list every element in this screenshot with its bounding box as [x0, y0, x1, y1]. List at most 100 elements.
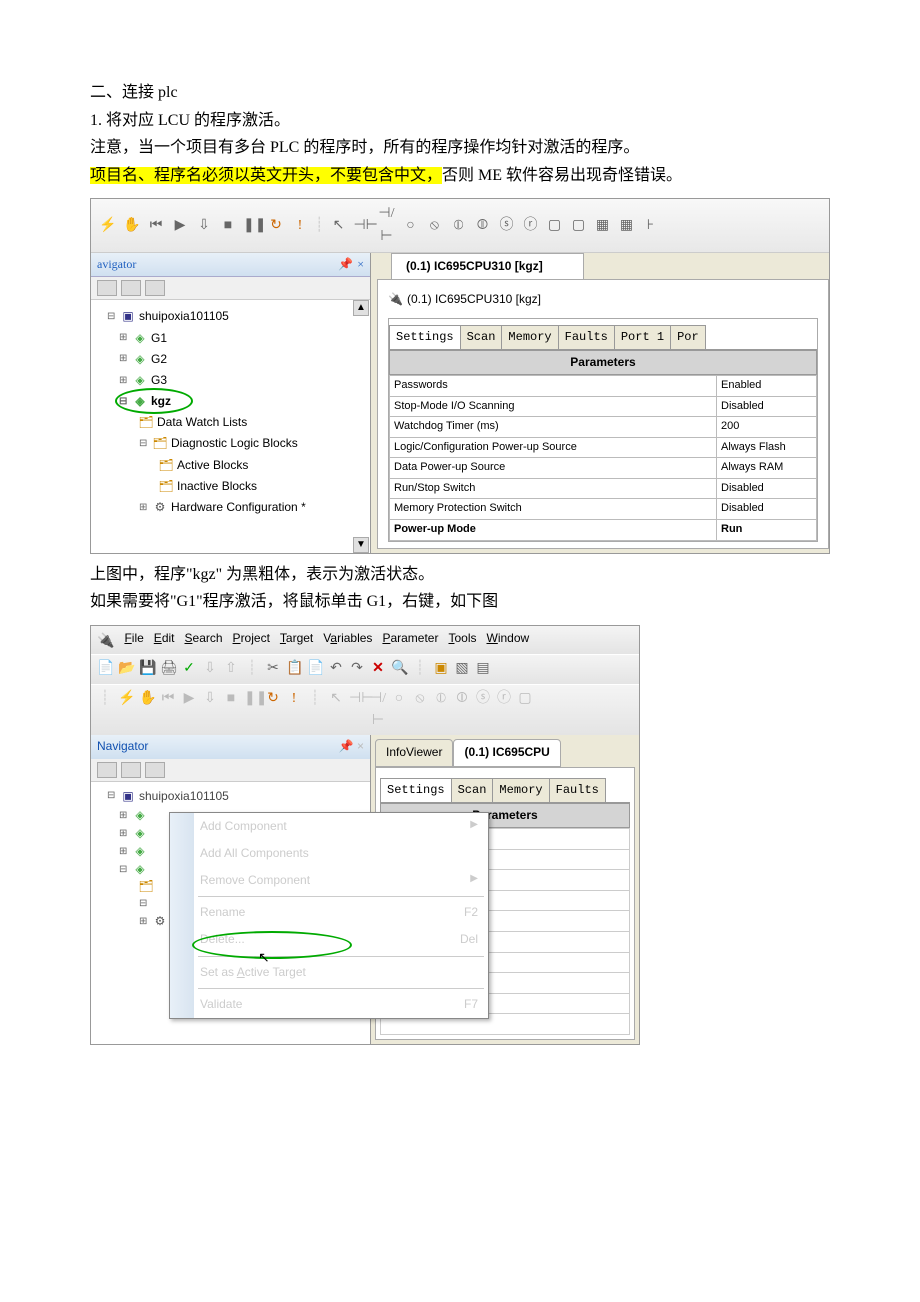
coil-icon[interactable]: ○	[401, 215, 419, 237]
branch-icon[interactable]: ⊦	[641, 215, 659, 237]
scroll-up-icon[interactable]: ▲	[353, 300, 369, 316]
pause-icon[interactable]: ❚❚	[243, 215, 261, 237]
play-icon[interactable]: ▶	[181, 688, 197, 733]
lightning-icon[interactable]: ⚡	[99, 215, 117, 237]
tree-g3[interactable]: ⊞ ◈ G3	[95, 370, 366, 391]
coil6-icon[interactable]: ⓡ	[496, 688, 512, 733]
tree-kgz-active[interactable]: ⊟ ◈ kgz	[95, 391, 366, 412]
view-icon-2[interactable]: ▦	[617, 215, 635, 237]
paste-icon[interactable]: 📄	[307, 658, 323, 680]
find-icon[interactable]: 🔍	[391, 658, 407, 680]
tab-settings[interactable]: Settings	[389, 325, 461, 349]
download-icon[interactable]: ⇩	[202, 688, 218, 733]
check-icon[interactable]: ✓	[181, 658, 197, 680]
coil-s-icon[interactable]: ⓢ	[497, 215, 515, 237]
tree-inactive-blocks[interactable]: 🗂 Inactive Blocks	[95, 476, 366, 497]
minus-icon[interactable]: ⊟	[139, 436, 149, 452]
plus-icon[interactable]: ⊞	[139, 500, 149, 516]
menu-window[interactable]: Window	[487, 629, 530, 651]
undo-icon[interactable]: ↶	[328, 658, 344, 680]
stop-icon[interactable]: ■	[223, 688, 239, 733]
lightning-icon[interactable]: ⚡	[118, 688, 134, 733]
view2-icon[interactable]: ▧	[454, 658, 470, 680]
play-icon[interactable]: ▶	[171, 215, 189, 237]
tree-data-watch[interactable]: 🗂 Data Watch Lists	[95, 412, 366, 433]
pause-icon[interactable]: ❚❚	[244, 688, 260, 733]
block-icon-2[interactable]: ▢	[569, 215, 587, 237]
exclaim-icon[interactable]: !	[291, 215, 309, 237]
tab-faults[interactable]: Faults	[549, 778, 606, 802]
refresh-icon[interactable]: ↻	[265, 688, 281, 733]
menu-tools[interactable]: Tools	[448, 629, 476, 651]
menu-target[interactable]: Target	[280, 629, 313, 651]
pin-icon[interactable]: 📌	[338, 255, 353, 274]
coil-icon[interactable]: ○	[391, 688, 407, 733]
stop-icon[interactable]: ■	[219, 215, 237, 237]
tab-settings[interactable]: Settings	[380, 778, 452, 802]
tab-scan[interactable]: Scan	[460, 325, 503, 349]
contact-nc-icon[interactable]: ⊣/⊢	[370, 688, 386, 733]
nav-tab-1[interactable]	[97, 280, 117, 296]
table-row[interactable]: Watchdog Timer (ms)200	[390, 417, 817, 438]
view1-icon[interactable]: ▣	[433, 658, 449, 680]
tree-diag-blocks[interactable]: ⊟ 🗂 Diagnostic Logic Blocks	[95, 433, 366, 454]
delete-icon[interactable]: ✕	[370, 658, 386, 680]
minus-icon[interactable]: ⊟	[107, 788, 117, 804]
menu-delete[interactable]: Delete... Del	[170, 926, 488, 953]
menu-rename[interactable]: Rename F2	[170, 899, 488, 926]
contact-no-icon[interactable]: ⊣⊢	[353, 215, 371, 237]
tree-g2[interactable]: ⊞ ◈ G2	[95, 349, 366, 370]
contact-icon[interactable]: ⊣⊢	[349, 688, 365, 733]
plus-icon[interactable]: ⊞	[119, 351, 129, 367]
redo-icon[interactable]: ↷	[349, 658, 365, 680]
nav-tab-3[interactable]	[145, 762, 165, 778]
tree-active-blocks[interactable]: 🗂 Active Blocks	[95, 455, 366, 476]
print-icon[interactable]: 🖨	[160, 658, 176, 680]
open-icon[interactable]: 📂	[118, 658, 134, 680]
table-row[interactable]: Stop-Mode I/O ScanningDisabled	[390, 396, 817, 417]
down-icon[interactable]: ⇩	[202, 658, 218, 680]
tab-memory[interactable]: Memory	[492, 778, 549, 802]
tab-infoviewer[interactable]: InfoViewer	[375, 739, 453, 766]
pointer-icon[interactable]: ↖	[328, 688, 344, 733]
table-row[interactable]: PasswordsEnabled	[390, 375, 817, 396]
nav-tab-1[interactable]	[97, 762, 117, 778]
menu-remove-component[interactable]: Remove Component ▶	[170, 867, 488, 894]
menu-project[interactable]: Project	[233, 629, 270, 651]
tab-cpu[interactable]: (0.1) IC695CPU	[453, 739, 560, 766]
pointer-icon[interactable]: ↖	[329, 215, 347, 237]
up-icon[interactable]: ⇧	[223, 658, 239, 680]
menu-add-component[interactable]: Add Component ▶	[170, 813, 488, 840]
exclaim-icon[interactable]: !	[286, 688, 302, 733]
menu-file[interactable]: File	[124, 629, 143, 651]
close-icon[interactable]: ×	[357, 255, 364, 274]
coil2-icon[interactable]: ⦸	[412, 688, 428, 733]
nav-tab-2[interactable]	[121, 280, 141, 296]
menu-edit[interactable]: Edit	[154, 629, 175, 651]
skip-back-icon[interactable]: ⏮	[160, 688, 176, 733]
nav-tab-2[interactable]	[121, 762, 141, 778]
nav-tab-3[interactable]	[145, 280, 165, 296]
menu-validate[interactable]: Validate F7	[170, 991, 488, 1018]
table-row[interactable]: Logic/Configuration Power-up SourceAlway…	[390, 437, 817, 458]
tree-g1[interactable]: ⊞ ◈ G1	[95, 328, 366, 349]
block-icon[interactable]: ▢	[517, 688, 533, 733]
menu-parameter[interactable]: Parameter	[382, 629, 438, 651]
refresh-icon[interactable]: ↻	[267, 215, 285, 237]
tab-port1[interactable]: Port 1	[614, 325, 671, 349]
new-icon[interactable]: 📄	[97, 658, 113, 680]
menu-add-all-components[interactable]: Add All Components	[170, 840, 488, 867]
save-icon[interactable]: 💾	[139, 658, 155, 680]
menu-set-active-target[interactable]: Set as Active Target	[170, 959, 488, 986]
coil-dn-icon[interactable]: ⦷	[473, 215, 491, 237]
plus-icon[interactable]: ⊞	[119, 330, 129, 346]
coil-nc-icon[interactable]: ⦸	[425, 215, 443, 237]
scroll-down-icon[interactable]: ▼	[353, 537, 369, 553]
download-icon[interactable]: ⇩	[195, 215, 213, 237]
tree-project[interactable]: ⊟ ▣ shuipoxia101105	[95, 306, 366, 327]
view-icon-1[interactable]: ▦	[593, 215, 611, 237]
block-icon-1[interactable]: ▢	[545, 215, 563, 237]
menu-variables[interactable]: Variables	[323, 629, 372, 651]
view3-icon[interactable]: ▤	[475, 658, 491, 680]
cpu-node[interactable]: 🔌 (0.1) IC695CPU310 [kgz]	[388, 286, 818, 313]
